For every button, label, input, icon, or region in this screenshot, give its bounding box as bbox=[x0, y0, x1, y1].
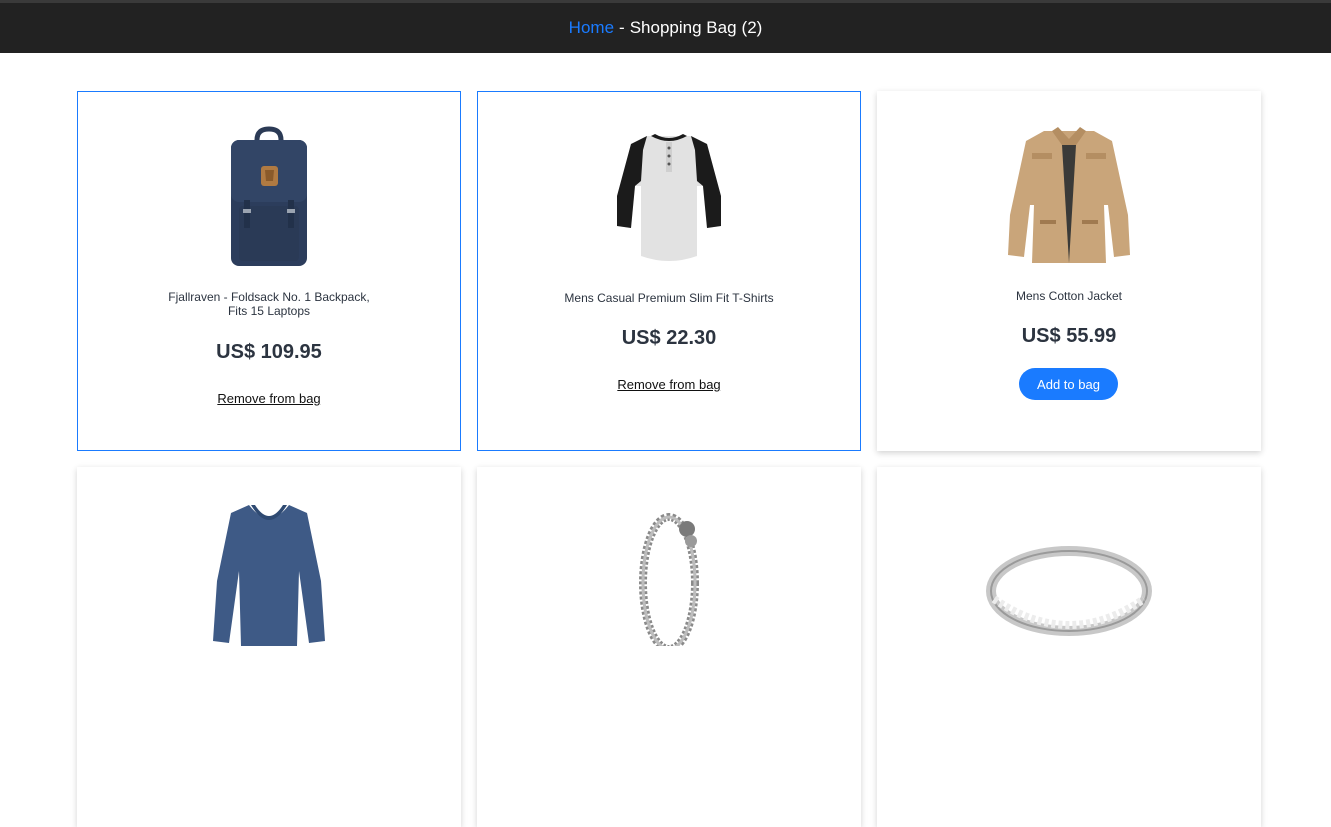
sweater-image bbox=[77, 501, 461, 646]
product-card-backpack: Fjallraven - Foldsack No. 1 Backpack, Fi… bbox=[77, 91, 461, 451]
ring-image bbox=[877, 501, 1261, 646]
product-price: US$ 22.30 bbox=[621, 327, 717, 349]
product-card-jacket: Mens Cotton Jacket US$ 55.99 Add to bag bbox=[877, 91, 1261, 451]
product-card-ring bbox=[877, 467, 1261, 827]
remove-from-bag-button[interactable]: Remove from bag bbox=[478, 376, 860, 393]
home-link[interactable]: Home bbox=[569, 18, 614, 38]
bag-count: (2) bbox=[741, 18, 763, 37]
product-grid: Fjallraven - Foldsack No. 1 Backpack, Fi… bbox=[77, 91, 1261, 827]
product-title: Fjallraven - Foldsack No. 1 Backpack, Fi… bbox=[168, 290, 370, 318]
top-navigation-bar: Home - Shopping Bag (2) bbox=[0, 0, 1331, 53]
breadcrumb-separator: - bbox=[619, 18, 625, 37]
product-card-tshirt: Mens Casual Premium Slim Fit T-Shirts US… bbox=[477, 91, 861, 451]
jacket-image bbox=[877, 125, 1261, 270]
product-card-bracelet bbox=[477, 467, 861, 827]
add-to-bag-button[interactable]: Add to bag bbox=[1019, 368, 1118, 400]
bracelet-image bbox=[477, 501, 861, 646]
product-price: US$ 109.95 bbox=[216, 341, 322, 363]
product-card-sweater bbox=[77, 467, 461, 827]
product-title: Mens Casual Premium Slim Fit T-Shirts bbox=[564, 291, 774, 305]
product-title: Mens Cotton Jacket bbox=[1015, 289, 1123, 303]
product-price: US$ 55.99 bbox=[1021, 325, 1117, 347]
remove-from-bag-button[interactable]: Remove from bag bbox=[78, 390, 460, 407]
page-title: Shopping Bag bbox=[629, 18, 737, 37]
tshirt-image bbox=[478, 126, 860, 271]
backpack-image bbox=[78, 126, 460, 271]
